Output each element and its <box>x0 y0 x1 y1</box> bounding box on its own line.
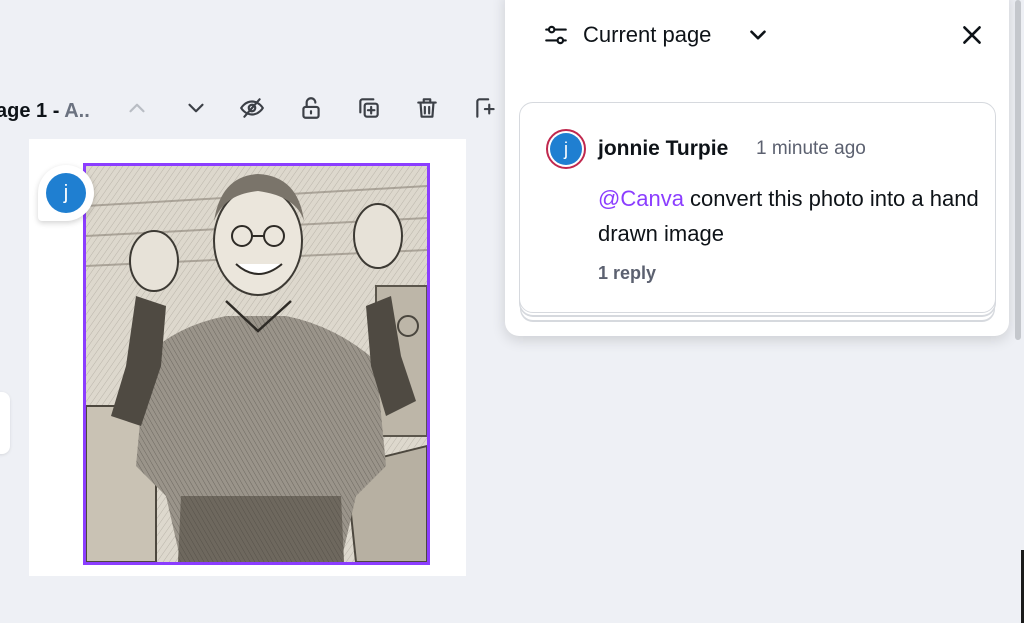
scrollbar[interactable] <box>1015 0 1021 340</box>
lock-open-icon <box>298 95 324 126</box>
duplicate-icon <box>356 95 382 126</box>
lock-page-button[interactable] <box>295 94 327 126</box>
chevron-down-icon <box>183 95 209 126</box>
avatar: j <box>46 173 86 213</box>
panel-header: Current page <box>505 0 1009 70</box>
mention-link[interactable]: @Canva <box>598 186 684 211</box>
close-icon[interactable] <box>957 20 987 50</box>
move-page-down-button[interactable] <box>180 94 212 126</box>
page-toolbar: age 1 - A.. <box>0 88 510 132</box>
page-title-suffix: A.. <box>64 100 90 122</box>
comment-body: @Canva convert this photo into a hand dr… <box>598 181 988 251</box>
add-page-icon <box>473 95 499 126</box>
filter-sliders-icon[interactable] <box>543 22 569 48</box>
filter-dropdown-label[interactable]: Current page <box>583 22 711 48</box>
comment-timestamp: 1 minute ago <box>756 138 866 159</box>
chevron-up-icon <box>124 95 150 126</box>
move-page-up-button[interactable] <box>121 94 153 126</box>
comment-pin[interactable]: j <box>38 165 94 221</box>
duplicate-page-button[interactable] <box>353 94 385 126</box>
avatar-letter: j <box>550 133 582 165</box>
replies-link[interactable]: 1 reply <box>598 263 656 284</box>
chevron-down-icon[interactable] <box>745 22 771 48</box>
comments-panel: Current page j jonnie Turpie 1 minute ag… <box>505 0 1009 336</box>
trash-icon <box>414 95 440 126</box>
design-page[interactable] <box>29 139 466 576</box>
comment-thread[interactable]: j jonnie Turpie 1 minute ago @Canva conv… <box>519 102 996 313</box>
delete-page-button[interactable] <box>411 94 443 126</box>
page-title-text: age 1 - <box>0 100 65 122</box>
side-panel-handle[interactable] <box>0 392 10 454</box>
hide-page-button[interactable] <box>236 94 268 126</box>
avatar: j <box>546 129 586 169</box>
add-page-button[interactable] <box>470 94 502 126</box>
hand-drawn-photo <box>86 166 427 562</box>
comment-author: jonnie Turpie <box>598 137 729 160</box>
selected-image[interactable] <box>83 163 430 565</box>
page-title[interactable]: age 1 - A.. <box>0 100 90 123</box>
eye-hidden-icon <box>239 95 265 126</box>
